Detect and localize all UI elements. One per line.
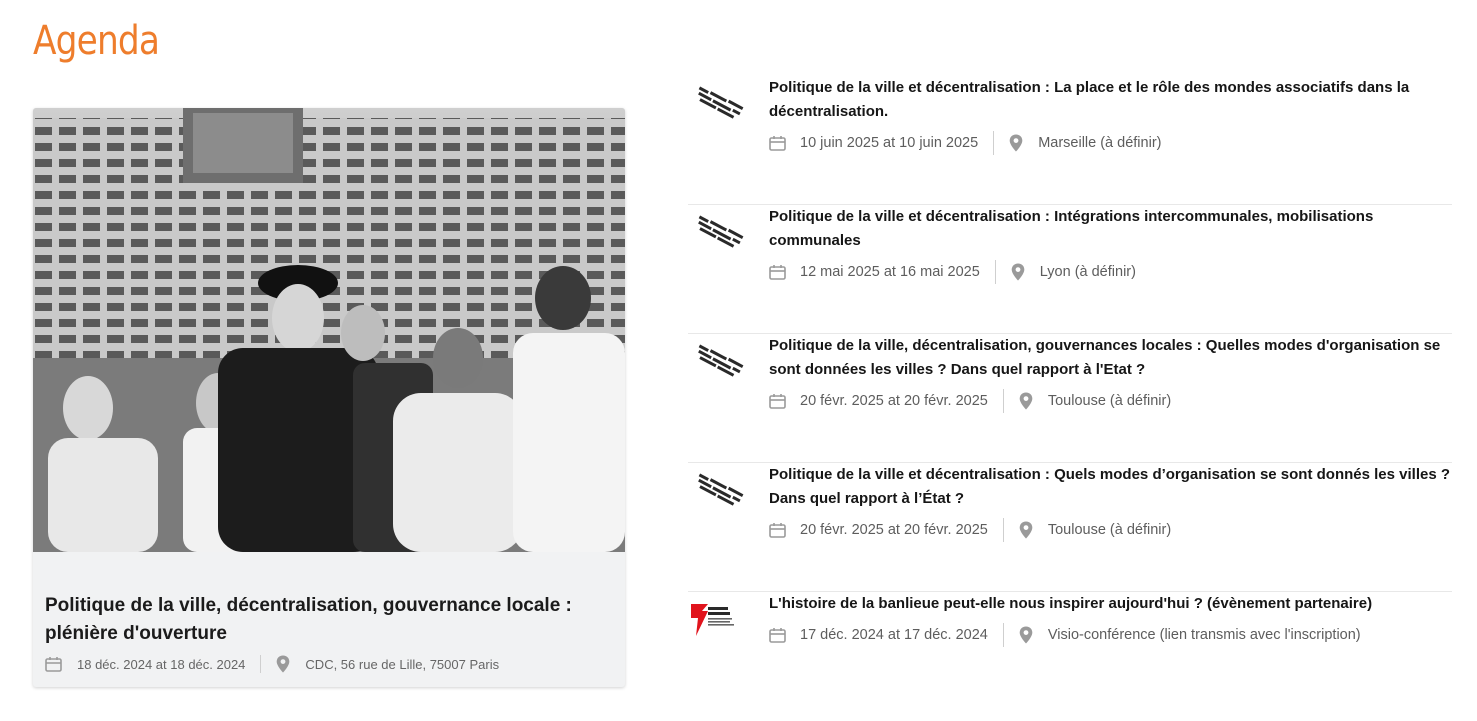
event-meta: 20 févr. 2025 at 20 févr. 2025 Toulouse … bbox=[769, 518, 1171, 542]
comite-histoire-logo-icon bbox=[698, 344, 744, 377]
calendar-icon bbox=[769, 135, 786, 151]
meta-divider bbox=[1002, 623, 1004, 647]
event-item[interactable]: L'histoire de la banlieue peut-elle nous… bbox=[688, 592, 1452, 721]
event-meta: 17 déc. 2024 at 17 déc. 2024 Visio-confé… bbox=[769, 623, 1361, 647]
comite-histoire-logo-icon bbox=[698, 215, 744, 248]
event-meta: 20 févr. 2025 at 20 févr. 2025 Toulouse … bbox=[769, 389, 1171, 413]
calendar-icon bbox=[769, 393, 786, 409]
location-pin-icon bbox=[1019, 521, 1033, 539]
event-item[interactable]: Politique de la ville et décentralisatio… bbox=[688, 205, 1452, 334]
event-item[interactable]: Politique de la ville et décentralisatio… bbox=[688, 76, 1452, 205]
featured-event-location: CDC, 56 rue de Lille, 75007 Paris bbox=[305, 656, 500, 672]
meta-divider bbox=[994, 260, 996, 284]
meta-divider bbox=[260, 655, 262, 673]
featured-event-photo bbox=[33, 108, 625, 552]
page-title: Agenda bbox=[33, 18, 160, 64]
location-pin-icon bbox=[1019, 626, 1033, 644]
event-dates: 17 déc. 2024 at 17 déc. 2024 bbox=[800, 627, 988, 643]
featured-event-dates: 18 déc. 2024 at 18 déc. 2024 bbox=[77, 656, 246, 672]
location-pin-icon bbox=[1019, 392, 1033, 410]
event-title[interactable]: Politique de la ville et décentralisatio… bbox=[769, 205, 1452, 253]
calendar-icon bbox=[769, 522, 786, 538]
event-title[interactable]: Politique de la ville et décentralisatio… bbox=[769, 76, 1452, 124]
featured-event-card[interactable]: Politique de la ville, décentralisation,… bbox=[33, 108, 625, 687]
location-pin-icon bbox=[1011, 263, 1025, 281]
event-item[interactable]: Politique de la ville, décentralisation,… bbox=[688, 334, 1452, 463]
event-meta: 12 mai 2025 at 16 mai 2025 Lyon (à défin… bbox=[769, 260, 1136, 284]
trajectoire-ressources-logo-icon bbox=[691, 604, 734, 636]
featured-event-meta: 18 déc. 2024 at 18 déc. 2024 CDC, 56 rue… bbox=[45, 655, 499, 673]
event-location: Toulouse (à définir) bbox=[1047, 522, 1172, 538]
event-location: Lyon (à définir) bbox=[1039, 264, 1136, 280]
event-dates: 20 févr. 2025 at 20 févr. 2025 bbox=[800, 393, 988, 409]
event-title[interactable]: L'histoire de la banlieue peut-elle nous… bbox=[769, 592, 1452, 616]
event-title[interactable]: Politique de la ville et décentralisatio… bbox=[769, 463, 1452, 511]
featured-event-title[interactable]: Politique de la ville, décentralisation,… bbox=[45, 592, 610, 648]
event-location: Marseille (à définir) bbox=[1038, 135, 1162, 151]
meta-divider bbox=[1002, 389, 1004, 413]
meta-divider bbox=[993, 131, 995, 155]
event-item[interactable]: Politique de la ville et décentralisatio… bbox=[688, 463, 1452, 592]
event-dates: 20 févr. 2025 at 20 févr. 2025 bbox=[800, 522, 988, 538]
calendar-icon bbox=[45, 656, 62, 672]
calendar-icon bbox=[769, 627, 786, 643]
event-dates: 12 mai 2025 at 16 mai 2025 bbox=[800, 264, 980, 280]
meta-divider bbox=[1002, 518, 1004, 542]
event-title[interactable]: Politique de la ville, décentralisation,… bbox=[769, 334, 1452, 382]
event-meta: 10 juin 2025 at 10 juin 2025 Marseille (… bbox=[769, 131, 1161, 155]
event-location: Visio-conférence (lien transmis avec l'i… bbox=[1047, 627, 1361, 643]
comite-histoire-logo-icon bbox=[698, 473, 744, 506]
comite-histoire-logo-icon bbox=[698, 86, 744, 119]
calendar-icon bbox=[769, 264, 786, 280]
event-location: Toulouse (à définir) bbox=[1047, 393, 1172, 409]
location-pin-icon bbox=[276, 655, 290, 673]
event-dates: 10 juin 2025 at 10 juin 2025 bbox=[800, 135, 979, 151]
location-pin-icon bbox=[1009, 134, 1023, 152]
